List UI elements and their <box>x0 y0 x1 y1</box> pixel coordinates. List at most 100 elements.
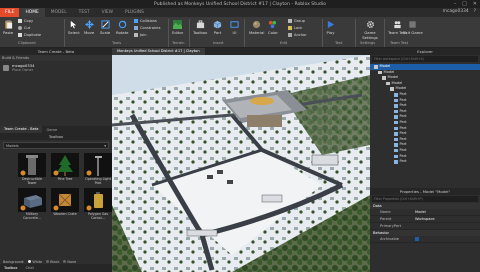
terrain-editor-button[interactable]: Editor <box>172 20 183 35</box>
lock-icon <box>288 26 292 30</box>
tab-view[interactable]: VIEW <box>96 8 119 17</box>
tab-team-create[interactable]: Team Create - Beta <box>0 126 43 133</box>
part-icon <box>394 148 398 153</box>
help-icon[interactable]: ? <box>474 9 476 14</box>
window-title: Published as Monkeys Unified School Dist… <box>154 1 326 7</box>
paste-icon <box>4 20 12 29</box>
play-button[interactable]: Play <box>326 20 335 35</box>
model-icon <box>374 65 378 69</box>
property-row[interactable]: Name Model <box>370 209 480 216</box>
tools-group-label: Tools <box>112 41 122 45</box>
category-dropdown[interactable]: Models ▾ <box>3 142 109 149</box>
cursor-icon <box>71 20 77 29</box>
tab-chat[interactable]: Chat <box>21 266 37 270</box>
player-entry[interactable]: mcago0334 Place Owner <box>0 61 112 74</box>
part-icon <box>394 143 398 147</box>
properties-filter-input[interactable]: Filter Properties (Ctrl+Shift+P) <box>372 196 478 202</box>
divider <box>244 19 245 47</box>
move-icon <box>84 20 94 29</box>
left-bottom-tabs: Toolbox Chat <box>0 264 112 272</box>
archivable-checkbox[interactable] <box>415 236 419 241</box>
divider <box>64 19 65 47</box>
team-create-spacer <box>0 74 112 126</box>
toolbox-header: Toolbox <box>0 133 112 140</box>
property-row[interactable]: PrimaryPart <box>370 223 480 230</box>
team-create-header: Team Create - Beta <box>0 48 112 55</box>
user-area: mcago0334 ? <box>443 9 476 14</box>
3d-viewport[interactable] <box>112 55 370 272</box>
material-button[interactable]: Material <box>249 20 264 35</box>
ui-button[interactable]: UI <box>230 20 239 35</box>
tab-test[interactable]: TEST <box>73 8 96 17</box>
ribbon: Paste Copy Cut Duplicate Clipboard Selec… <box>0 17 480 48</box>
property-row[interactable]: Archivable <box>370 236 480 243</box>
lock-button[interactable]: Lock <box>288 26 302 30</box>
toolbox-button[interactable]: Toolbox <box>193 20 207 35</box>
toolbox-item[interactable]: Pine Tree <box>51 153 79 185</box>
toolbox-item[interactable]: Military Concrete... <box>18 188 46 220</box>
part-icon <box>394 160 398 164</box>
rotate-icon <box>118 20 126 29</box>
minimize-icon[interactable]: – <box>454 1 457 7</box>
group-icon <box>288 19 292 23</box>
toolbox-icon <box>196 20 204 29</box>
tab-model[interactable]: MODEL <box>45 8 73 17</box>
tab-toolbox[interactable]: Toolbox <box>0 266 21 270</box>
paste-button[interactable]: Paste <box>3 20 13 35</box>
toolbox-grid: Destructible Tower Pine Tree Operating L… <box>0 151 112 222</box>
collisions-toggle[interactable]: Collisions <box>134 19 157 23</box>
rotate-button[interactable]: Rotate <box>116 20 128 35</box>
part-icon <box>394 154 398 159</box>
part-icon <box>394 126 398 131</box>
divider <box>189 19 190 47</box>
group-button[interactable]: Group <box>288 19 305 23</box>
constraints-toggle[interactable]: Constraints <box>134 26 161 30</box>
color-button[interactable]: Color <box>268 20 278 35</box>
edit-group-label: Edit <box>280 41 288 45</box>
toolbox-item[interactable]: Wooden Crate <box>51 188 79 220</box>
property-row[interactable]: Parent Workspace <box>370 216 480 223</box>
left-panel: Team Create - Beta Build & Friends mcago… <box>0 48 112 272</box>
tab-game[interactable]: Game <box>42 128 61 132</box>
toolbox-item[interactable]: Operating Light Pole <box>84 153 112 185</box>
scale-button[interactable]: Scale <box>100 20 110 35</box>
close-icon[interactable]: ✕ <box>473 1 477 7</box>
scene-render <box>112 55 370 272</box>
gear-icon <box>366 20 374 29</box>
constraints-icon <box>134 26 138 30</box>
join-toggle[interactable]: Join <box>134 33 147 37</box>
explorer-node[interactable]: Part <box>370 159 480 165</box>
cut-button[interactable]: Cut <box>18 26 30 30</box>
anchor-icon <box>288 33 292 37</box>
tower-model-icon <box>18 153 46 177</box>
move-button[interactable]: Move <box>84 20 94 35</box>
tab-plugins[interactable]: PLUGINS <box>119 8 150 17</box>
part-icon <box>394 115 398 119</box>
maximize-icon[interactable]: □ <box>462 1 467 7</box>
toolbox-item[interactable]: Polygon Gas Contai... <box>84 188 112 220</box>
select-button[interactable]: Select <box>68 20 80 35</box>
tab-home[interactable]: HOME <box>19 8 45 17</box>
anchor-button[interactable]: Anchor <box>288 33 307 37</box>
title-bar: Published as Monkeys Unified School Dist… <box>0 0 480 8</box>
part-cube-icon <box>213 20 222 29</box>
color-palette-icon <box>269 20 277 29</box>
toolbox-item[interactable]: Destructible Tower <box>18 153 46 185</box>
clipboard-group-label: Clipboard <box>18 41 36 45</box>
explorer-tree: Model Model Model Model Model Part Part Part Par… <box>370 63 480 166</box>
copy-button[interactable]: Copy <box>18 19 33 23</box>
duplicate-button[interactable]: Duplicate <box>18 33 41 37</box>
tab-place[interactable]: Monkeys Unified School District #17 | Cl… <box>112 48 205 55</box>
join-icon <box>134 33 138 37</box>
test-group-label: Test <box>335 41 343 45</box>
explorer-filter-input[interactable]: Filter workspace (Ctrl+Shift+X) <box>372 56 478 62</box>
part-button[interactable]: Part <box>213 20 222 35</box>
game-settings-button[interactable]: Game Settings <box>360 20 380 40</box>
file-menu-button[interactable]: FILE <box>0 8 20 17</box>
exit-game-button[interactable]: Exit Game <box>403 20 423 35</box>
settings-group-label: Settings <box>360 41 376 45</box>
divider <box>168 19 169 47</box>
user-name[interactable]: mcago0334 <box>443 9 469 14</box>
right-panel: Explorer Filter workspace (Ctrl+Shift+X)… <box>370 48 480 272</box>
properties-panel: Properties - Model "Model" Filter Proper… <box>370 188 480 243</box>
